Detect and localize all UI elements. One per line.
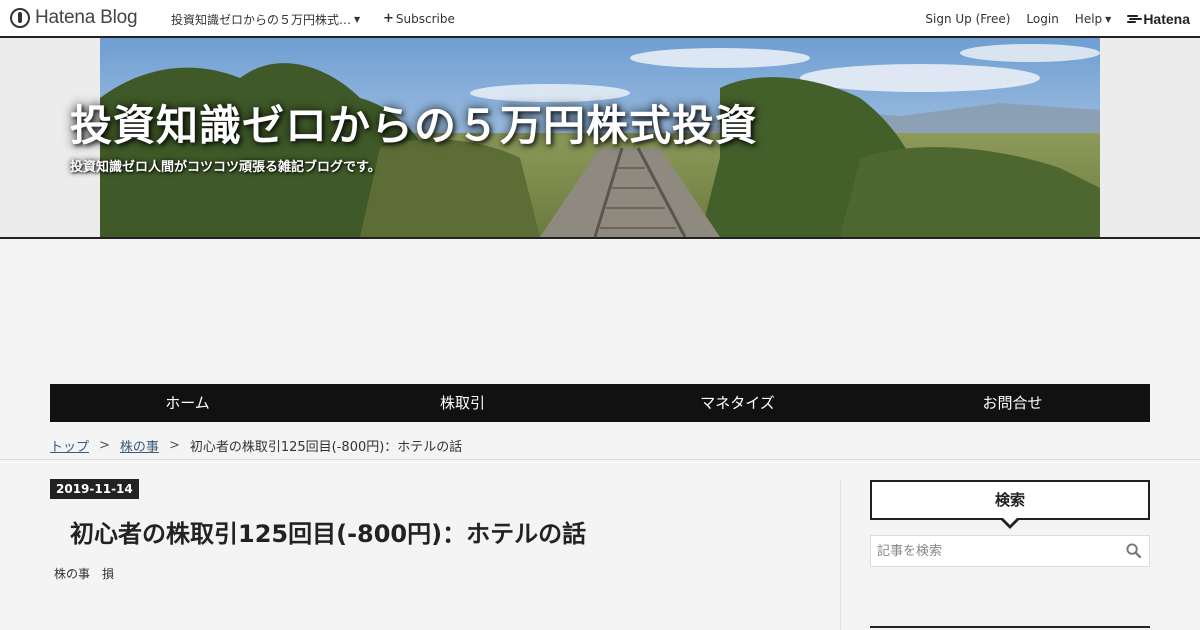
caret-down-icon: ▼ [1105, 14, 1112, 24]
entry-title[interactable]: 初心者の株取引125回目(-800円)：ホテルの話 [70, 514, 586, 549]
help-menu[interactable]: Help ▼ [1075, 12, 1112, 26]
global-nav: ホーム 株取引 マネタイズ お問合せ [50, 384, 1150, 422]
search-input[interactable] [871, 536, 1111, 566]
blog-header: 投資知識ゼロからの５万円株式投資 投資知識ゼロ人間がコツコツ頑張る雑記ブログです… [0, 38, 1200, 239]
next-sidebar-module [870, 626, 1150, 630]
global-header: Hatena Blog 投資知識ゼロからの５万円株式… ▼ + Subscrib… [0, 0, 1200, 38]
hatena-mark-icon [1127, 14, 1143, 24]
blog-name-label: 投資知識ゼロからの５万円株式… [171, 13, 352, 27]
category-link[interactable]: 損 [102, 565, 114, 582]
logo-text: Hatena Blog [35, 7, 138, 28]
content-divider [0, 459, 1200, 460]
breadcrumb: トップ > 株の事 > 初心者の株取引125回目(-800円)：ホテルの話 [50, 436, 462, 455]
search-icon[interactable] [1126, 543, 1141, 558]
column-separator [840, 480, 841, 630]
blog-title[interactable]: 投資知識ゼロからの５万円株式投資 [70, 92, 758, 153]
global-header-right: Sign Up (Free) Login Help ▼ Hatena [909, 11, 1190, 27]
nav-item-stock-trading[interactable]: 株取引 [325, 384, 600, 422]
caret-down-icon: ▼ [354, 15, 361, 24]
subscribe-label: Subscribe [395, 11, 455, 26]
blog-name-menu[interactable]: 投資知識ゼロからの５万円株式… ▼ [171, 11, 360, 28]
plus-icon: + [383, 11, 394, 26]
signup-link[interactable]: Sign Up (Free) [925, 12, 1010, 26]
entry-categories: 株の事 損 [54, 565, 114, 582]
nav-item-monetize[interactable]: マネタイズ [600, 384, 875, 422]
breadcrumb-current: 初心者の株取引125回目(-800円)：ホテルの話 [189, 440, 463, 455]
hatena-blog-logo-icon [10, 8, 30, 28]
hatena-blog-logo[interactable]: Hatena Blog [10, 7, 138, 29]
help-label: Help [1074, 12, 1103, 26]
breadcrumb-separator: > [168, 438, 180, 453]
nav-item-home[interactable]: ホーム [50, 384, 325, 422]
category-link[interactable]: 株の事 [54, 565, 90, 582]
breadcrumb-separator: > [99, 438, 110, 453]
entry-date[interactable]: 2019-11-14 [50, 479, 139, 499]
breadcrumb-top-link[interactable]: トップ [50, 436, 89, 455]
hatena-link[interactable]: Hatena [1127, 11, 1190, 27]
search-module-title: 検索 [870, 480, 1150, 529]
login-link[interactable]: Login [1026, 12, 1058, 26]
blog-description: 投資知識ゼロ人間がコツコツ頑張る雑記ブログです。 [70, 160, 381, 175]
nav-item-contact[interactable]: お問合せ [875, 384, 1150, 422]
hatena-label: Hatena [1143, 11, 1190, 27]
breadcrumb-category-link[interactable]: 株の事 [120, 436, 159, 455]
subscribe-button[interactable]: + Subscribe [383, 11, 455, 26]
search-form [870, 535, 1150, 567]
